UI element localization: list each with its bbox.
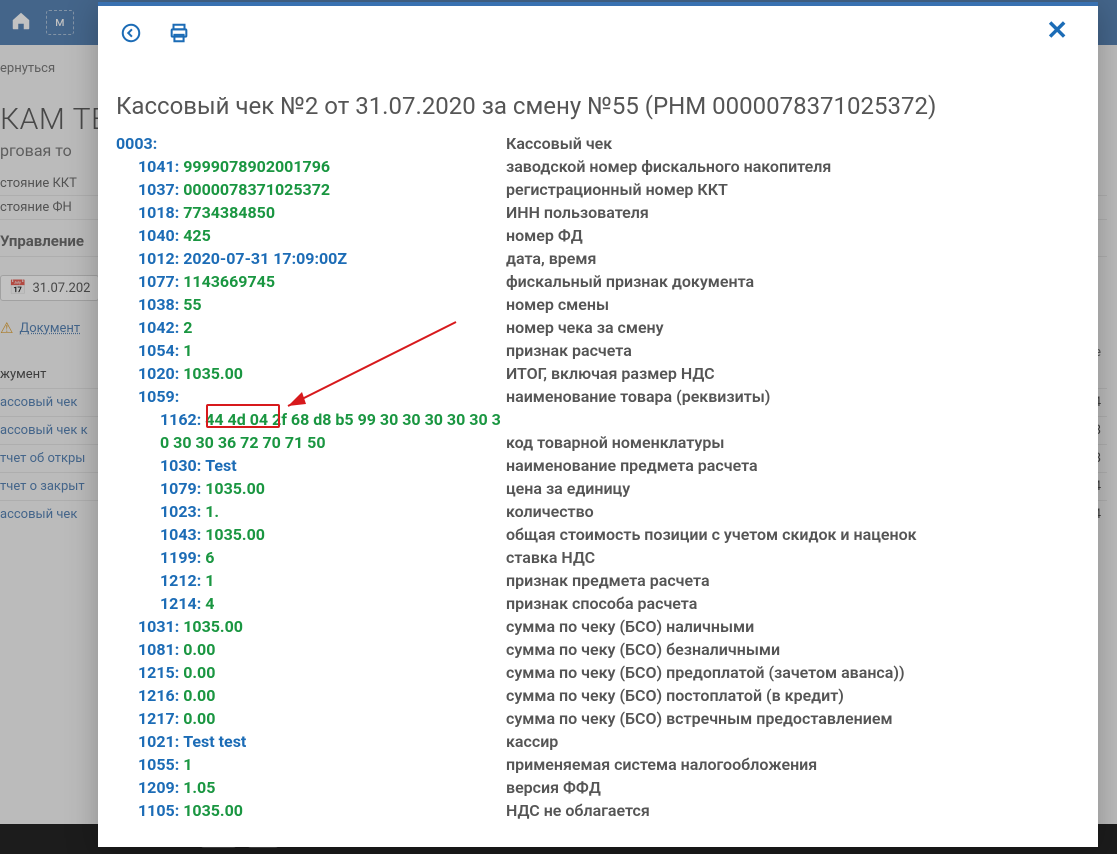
receipt-field: 0003:Кассовый чек — [116, 132, 1068, 155]
receipt-field: 1077: 1143669745фискальный признак докум… — [116, 270, 1068, 293]
receipt-field: 1162: 44 4d 04 2f 68 d8 b5 99 30 30 30 3… — [116, 408, 1068, 454]
receipt-field: 1037: 0000078371025372регистрационный но… — [116, 178, 1068, 201]
receipt-field: 1214: 4признак способа расчета — [116, 592, 1068, 615]
close-button[interactable]: ✕ — [1046, 18, 1068, 44]
field-description: сумма по чеку (БСО) постоплатой (в креди… — [506, 684, 1068, 707]
receipt-field: 1040: 425номер ФД — [116, 224, 1068, 247]
field-description: общая стоимость позиции с учетом скидок … — [506, 523, 1068, 546]
field-description: количество — [506, 500, 1068, 523]
receipt-field: 1043: 1035.00общая стоимость позиции с у… — [116, 523, 1068, 546]
receipt-field: 1081: 0.00сумма по чеку (БСО) безналичны… — [116, 638, 1068, 661]
field-description: сумма по чеку (БСО) безналичными — [506, 638, 1068, 661]
receipt-field: 1212: 1признак предмета расчета — [116, 569, 1068, 592]
field-description: Кассовый чек — [506, 132, 1068, 155]
field-description: дата, время — [506, 247, 1068, 270]
field-description: сумма по чеку (БСО) наличными — [506, 615, 1068, 638]
receipt-field: 1209: 1.05версия ФФД — [116, 776, 1068, 799]
field-description: наименование товара (реквизиты) — [506, 385, 1068, 408]
receipt-field: 1059:наименование товара (реквизиты) — [116, 385, 1068, 408]
print-button[interactable] — [164, 18, 194, 48]
receipt-field: 1023: 1.количество — [116, 500, 1068, 523]
receipt-field: 1042: 2номер чека за смену — [116, 316, 1068, 339]
modal-title: Кассовый чек №2 от 31.07.2020 за смену №… — [116, 58, 1068, 132]
field-description: применяемая система налогообложения — [506, 753, 1068, 776]
field-description: цена за единицу — [506, 477, 1068, 500]
receipt-field: 1021: Test testкассир — [116, 730, 1068, 753]
receipt-field: 1041: 9999078902001796заводской номер фи… — [116, 155, 1068, 178]
receipt-field: 1020: 1035.00ИТОГ, включая размер НДС — [116, 362, 1068, 385]
receipt-field: 1055: 1применяемая система налогообложен… — [116, 753, 1068, 776]
receipt-modal: ✕ Кассовый чек №2 от 31.07.2020 за смену… — [98, 2, 1098, 847]
field-description: кассир — [506, 730, 1068, 753]
receipt-field: 1105: 1035.00НДС не облагается — [116, 799, 1068, 822]
field-description: код товарной номенклатуры — [506, 408, 1068, 454]
field-description: номер чека за смену — [506, 316, 1068, 339]
field-description: сумма по чеку (БСО) предоплатой (зачетом… — [506, 661, 1068, 684]
field-description: признак предмета расчета — [506, 569, 1068, 592]
receipt-field: 1217: 0.00сумма по чеку (БСО) встречным … — [116, 707, 1068, 730]
receipt-field: 1199: 6ставка НДС — [116, 546, 1068, 569]
receipt-field: 1215: 0.00сумма по чеку (БСО) предоплато… — [116, 661, 1068, 684]
field-description: фискальный признак документа — [506, 270, 1068, 293]
receipt-field: 1216: 0.00сумма по чеку (БСО) постоплато… — [116, 684, 1068, 707]
receipt-field: 1038: 55номер смены — [116, 293, 1068, 316]
field-description: ИТОГ, включая размер НДС — [506, 362, 1068, 385]
field-description: ставка НДС — [506, 546, 1068, 569]
modal-toolbar: ✕ — [116, 18, 1068, 58]
field-description: регистрационный номер ККТ — [506, 178, 1068, 201]
receipt-field: 1018: 7734384850ИНН пользователя — [116, 201, 1068, 224]
field-description: наименование предмета расчета — [506, 454, 1068, 477]
field-description: номер ФД — [506, 224, 1068, 247]
field-description: заводской номер фискального накопителя — [506, 155, 1068, 178]
receipt-field: 1054: 1признак расчета — [116, 339, 1068, 362]
field-description: сумма по чеку (БСО) встречным предоставл… — [506, 707, 1068, 730]
receipt-field: 1012: 2020-07-31 17:09:00Zдата, время — [116, 247, 1068, 270]
receipt-field: 1031: 1035.00сумма по чеку (БСО) наличны… — [116, 615, 1068, 638]
receipt-field: 1030: Testнаименование предмета расчета — [116, 454, 1068, 477]
field-description: признак расчета — [506, 339, 1068, 362]
field-description: номер смены — [506, 293, 1068, 316]
receipt-field: 1079: 1035.00цена за единицу — [116, 477, 1068, 500]
field-description: НДС не облагается — [506, 799, 1068, 822]
receipt-body: 0003:Кассовый чек1041: 9999078902001796з… — [116, 132, 1068, 822]
field-description: версия ФФД — [506, 776, 1068, 799]
field-description: признак способа расчета — [506, 592, 1068, 615]
field-description: ИНН пользователя — [506, 201, 1068, 224]
back-button[interactable] — [116, 18, 146, 48]
